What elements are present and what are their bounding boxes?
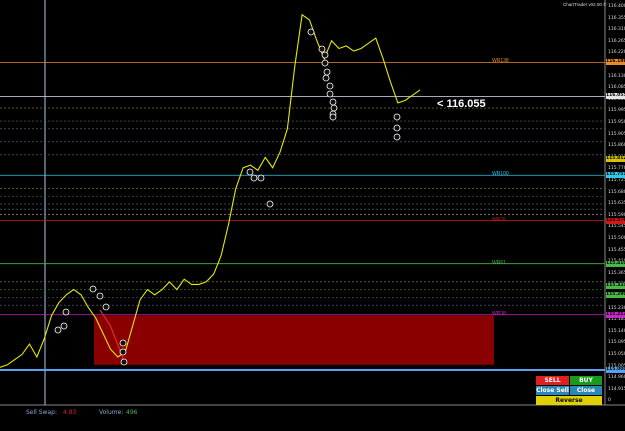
- trade-marker: [119, 348, 127, 356]
- axis-tick-label: 115.545: [608, 224, 625, 230]
- level-name-label: WR76: [492, 216, 506, 223]
- trade-marker: [329, 98, 337, 106]
- axis-tick-label: 115.500: [608, 236, 625, 241]
- axis-price-tag: 115.410: [606, 260, 625, 267]
- chart-brand: ChartTrader v02.00 ©: [563, 2, 607, 7]
- axis-tick-label: 115.050: [608, 352, 625, 357]
- axis-tick-label: 116.310: [608, 27, 625, 33]
- axis-price-tag: 115.324: [606, 282, 625, 289]
- axis-tick-label: 115.770: [608, 166, 625, 172]
- axis-price-tag: 115.000: [606, 366, 625, 373]
- trade-marker: [322, 74, 330, 82]
- volume-label: Volume:: [99, 409, 124, 416]
- axis-tick-label: 115.905: [608, 131, 625, 137]
- trade-marker: [266, 200, 274, 208]
- axis-price-tag: 116.186: [606, 59, 625, 66]
- axis-tick-label: 115.365: [608, 270, 625, 276]
- trade-marker: [393, 133, 401, 141]
- trade-marker: [89, 285, 97, 293]
- sell-swap-value: 4.83: [63, 409, 77, 416]
- axis-tick-label: 115.140: [608, 328, 625, 334]
- axis-tick-label: 115.095: [608, 340, 625, 346]
- trade-marker: [250, 174, 258, 182]
- trade-marker: [323, 68, 331, 76]
- sell-button[interactable]: SELL: [536, 376, 569, 385]
- trade-marker: [119, 339, 127, 347]
- trade-marker: [246, 168, 254, 176]
- axis-tick-label: 115.185: [608, 317, 625, 323]
- axis-price-tag: 115.290: [606, 291, 625, 298]
- axis-tick-label: 115.455: [608, 247, 625, 253]
- axis-tick-label: 115.680: [608, 189, 625, 195]
- trade-marker: [318, 45, 326, 53]
- volume-value: 496: [126, 409, 138, 416]
- axis-price-tag: 116.055: [606, 93, 625, 100]
- trade-marker: [329, 113, 337, 121]
- trade-marker: [321, 59, 329, 67]
- trade-marker: [62, 308, 70, 316]
- trade-marker: [307, 28, 315, 36]
- buy-button[interactable]: BUY: [570, 376, 602, 385]
- axis-tick-label: 115.995: [608, 108, 625, 114]
- trade-marker: [96, 292, 104, 300]
- trade-marker: [54, 326, 62, 334]
- level-name-label: WR61: [492, 259, 506, 266]
- axis-price-tag: 115.576: [606, 217, 625, 224]
- trade-marker: [326, 82, 334, 90]
- reverse-button[interactable]: Reverse: [536, 396, 602, 405]
- axis-tick-label: 116.400: [608, 4, 625, 9]
- axis-tick-label: 115.860: [608, 143, 625, 149]
- axis-price-tag: 115.213: [606, 311, 625, 318]
- trade-marker: [120, 358, 128, 366]
- axis-tick-label: 116.220: [608, 50, 625, 56]
- axis-tick-label: 115.635: [608, 201, 625, 207]
- axis-tick-label: 115.230: [608, 305, 625, 311]
- current-price-label: < 116.055: [437, 98, 486, 110]
- trade-marker: [321, 51, 329, 59]
- axis-tick-label: 115.725: [608, 178, 625, 183]
- axis-tick-label: 116.085: [608, 85, 625, 91]
- axis-price-tag: 115.812: [606, 156, 625, 163]
- axis-tick-label: 0: [608, 398, 611, 404]
- level-name-label: WR38: [492, 310, 506, 317]
- trade-marker: [330, 104, 338, 112]
- axis-tick-label: 114.915: [608, 386, 625, 392]
- axis-tick-label: 115.950: [608, 120, 625, 125]
- close-sell-button[interactable]: Close Sell: [536, 386, 569, 395]
- zone-rect: [94, 315, 494, 365]
- axis-tick-label: 114.960: [608, 375, 625, 381]
- level-name-label: WR138: [492, 58, 509, 65]
- price-chart[interactable]: [0, 0, 625, 431]
- trade-marker: [393, 124, 401, 132]
- trade-marker: [60, 322, 68, 330]
- axis-tick-label: 116.265: [608, 38, 625, 44]
- trade-marker: [326, 90, 334, 98]
- trade-panel: SELL BUY Close Sell Close Buy Reverse: [536, 376, 602, 405]
- trade-marker: [102, 303, 110, 311]
- close-buy-button[interactable]: Close Buy: [570, 386, 602, 403]
- trade-marker: [257, 174, 265, 182]
- sell-swap-label: Sell Swap:: [26, 409, 57, 416]
- trade-marker: [393, 113, 401, 121]
- level-name-label: WR100: [492, 171, 509, 178]
- axis-tick-label: 116.355: [608, 15, 625, 21]
- axis-tick-label: 116.130: [608, 73, 625, 79]
- axis-price-tag: 115.751: [606, 172, 625, 179]
